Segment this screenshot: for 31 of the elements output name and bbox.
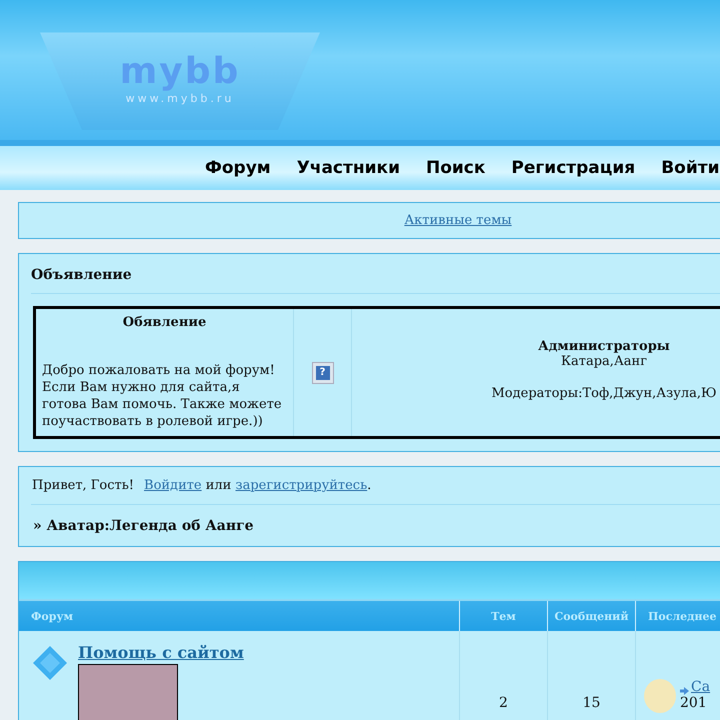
admins-list: Катара,Аанг — [358, 354, 720, 369]
active-topics-link[interactable]: Активные темы — [404, 213, 512, 228]
panel-title: Объявление — [30, 266, 133, 285]
table-cell: 15 — [548, 631, 636, 720]
column-header: Последнее — [636, 601, 720, 631]
announcement-text: Добро пожаловать на мой форум! Если Вам нужно для сайта,я готова Вам помочь. Также можете поучаствовать в ролевой игре.)) — [42, 362, 283, 430]
nav-link[interactable]: Регистрация — [498, 158, 648, 178]
last-post-date: 201 — [680, 695, 708, 711]
login-link[interactable]: Войдите — [144, 478, 202, 493]
admins-title: Администраторы — [537, 339, 671, 354]
period-text: . — [367, 478, 372, 493]
nav-link[interactable]: Форум — [192, 158, 284, 178]
nav-link[interactable]: Войти — [648, 158, 720, 178]
logo-url: www.mybb.ru — [124, 92, 236, 105]
moderators-list: Модераторы:Тоф,Джун,Азула,Ю — [358, 386, 720, 401]
forum-title-link[interactable]: Помощь с сайтом — [78, 643, 244, 662]
nav-link[interactable]: Участники — [284, 158, 413, 178]
table-cell: 2 — [460, 631, 548, 720]
board-title: » Аватар:Легенда об Аанге — [32, 517, 255, 536]
greeting-text: Привет, Гость! — [32, 478, 134, 493]
or-text: или — [204, 478, 232, 493]
diamond-icon — [32, 645, 68, 681]
column-header: Сообщений — [548, 601, 636, 631]
register-link[interactable]: зарегистрируйтесь — [235, 478, 368, 493]
help-icon: ? — [312, 362, 332, 382]
avatar-placeholder — [644, 679, 676, 713]
last-post-link[interactable]: Са — [691, 679, 710, 695]
column-header: Тем — [460, 601, 548, 631]
nav-link[interactable]: Поиск — [412, 158, 498, 178]
announcement-heading: Обявление — [122, 315, 208, 330]
column-header: Форум — [19, 601, 460, 631]
